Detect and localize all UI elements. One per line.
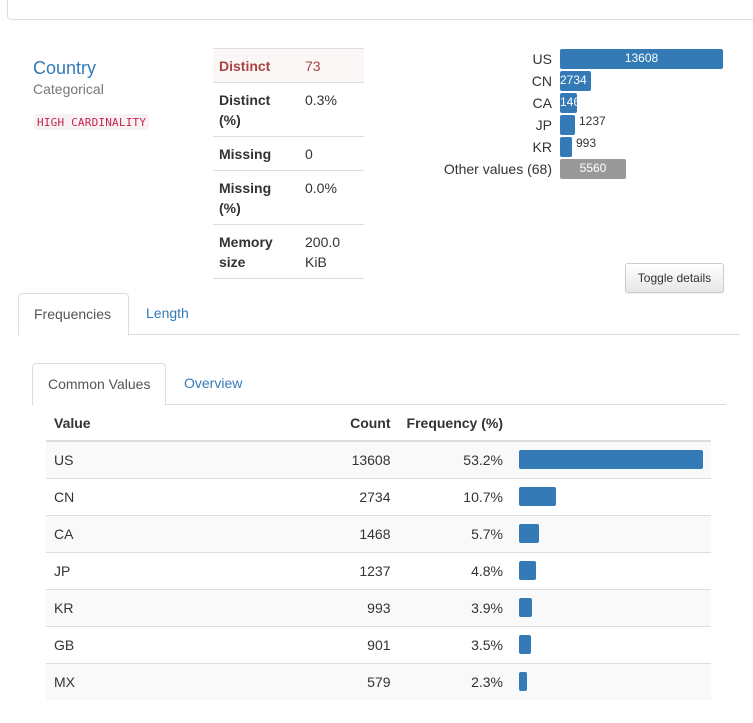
mini-chart-label: CA [532,95,552,111]
mini-chart-value: 13608 [624,51,659,65]
stat-row-distinct: Distinct 73 [213,48,364,83]
stat-value: 0 [299,136,364,171]
mini-frequency-chart: US 13608 CN 2734 CA 1468 JP 1237 KR 993 Other valu… [420,48,730,180]
column-header-frequency: Frequency (%) [398,405,511,442]
frequency-bar [519,672,527,692]
stat-value: 200.0 KiB [299,224,364,279]
mini-chart-row: KR 993 [420,136,730,158]
table-row: GB 901 3.5% [46,625,711,663]
mini-chart-row: Other values (68) 5560 [420,158,730,180]
mini-chart-row: US 13608 [420,48,730,70]
mini-chart-label: US [532,51,552,67]
frequency-bar-cell [511,551,711,589]
mini-chart-row: JP 1237 [420,114,730,136]
high-cardinality-badge: HIGH CARDINALITY [34,114,150,130]
common-values-body: US 13608 53.2% CN 2734 10.7% CA 1468 5.7% JP 1237 4… [46,440,711,700]
mini-chart-value: 1237 [579,114,606,128]
detail-tabs: Frequencies Length [18,293,740,336]
frequency-cell: 2.3% [398,662,511,700]
frequency-cell: 53.2% [398,440,511,478]
mini-chart-value: 2734 [560,73,587,87]
table-row: US 13608 53.2% [46,440,711,478]
stat-label: Missing (%) [213,170,299,225]
tab-common-values[interactable]: Common Values [32,363,166,406]
mini-chart-value: 1468 [560,95,577,109]
value-cell: CA [46,514,296,552]
count-cell: 1237 [295,551,399,589]
common-values-table: Value Count Frequency (%) US 13608 53.2% CN… [46,405,711,700]
table-row: JP 1237 4.8% [46,551,711,589]
count-cell: 13608 [295,440,399,478]
frequency-bar-cell [511,662,711,700]
stat-label: Memory size [213,224,299,279]
stat-row-memory-size: Memory size 200.0 KiB [213,224,364,279]
variable-type: Categorical [33,81,104,97]
frequency-cell: 3.5% [398,625,511,663]
column-header-bar [511,405,711,442]
count-cell: 1468 [295,514,399,552]
value-cell: US [46,440,296,478]
table-row: MX 579 2.3% [46,662,711,700]
frequency-bar [519,450,703,470]
value-cell: MX [46,662,296,700]
value-cell: JP [46,551,296,589]
count-cell: 993 [295,588,399,626]
table-row: KR 993 3.9% [46,588,711,626]
column-header-value: Value [46,405,296,442]
count-cell: 2734 [295,477,399,515]
previous-panel-frame [7,0,753,20]
stat-value: 0.0% [299,170,364,225]
frequency-bar-cell [511,514,711,552]
value-cell: CN [46,477,296,515]
frequency-cell: 10.7% [398,477,511,515]
frequency-cell: 3.9% [398,588,511,626]
frequency-bar [519,561,536,580]
count-cell: 579 [295,662,399,700]
variable-name[interactable]: Country [33,58,96,79]
frequency-bar-cell [511,625,711,663]
count-cell: 901 [295,625,399,663]
frequency-bar [519,524,539,543]
mini-chart-value: 5560 [579,161,607,175]
tab-overview[interactable]: Overview [169,363,257,405]
tab-length[interactable]: Length [131,293,204,335]
mini-chart-bar [560,115,575,135]
mini-chart-label: CN [531,73,552,89]
stat-label: Missing [213,136,299,171]
mini-chart-bar [560,137,572,157]
tab-frequencies[interactable]: Frequencies [18,293,129,336]
stat-value: 0.3% [299,82,364,137]
mini-chart-label: Other values (68) [443,161,552,177]
stat-label: Distinct (%) [213,82,299,137]
frequency-bar-cell [511,440,711,478]
frequency-bar [519,598,532,617]
mini-chart-label: KR [532,139,552,155]
frequency-bar-cell [511,588,711,626]
frequency-cell: 5.7% [398,514,511,552]
frequency-cell: 4.8% [398,551,511,589]
frequency-bar [519,487,556,506]
value-cell: KR [46,588,296,626]
stat-value: 73 [299,48,364,83]
mini-chart-row: CA 1468 [420,92,730,114]
frequency-bar [519,635,531,654]
toggle-details-button[interactable]: Toggle details [625,263,724,293]
stat-row-distinct-pct: Distinct (%) 0.3% [213,82,364,137]
variable-stats-table: Distinct 73 Distinct (%) 0.3% Missing 0 … [213,48,364,279]
frequency-bar-cell [511,477,711,515]
stat-row-missing-pct: Missing (%) 0.0% [213,170,364,225]
stat-label: Distinct [213,48,299,83]
value-cell: GB [46,625,296,663]
mini-chart-value: 993 [576,136,597,150]
mini-chart-row: CN 2734 [420,70,730,92]
table-row: CA 1468 5.7% [46,514,711,552]
stat-row-missing: Missing 0 [213,136,364,171]
table-header-row: Value Count Frequency (%) [46,405,711,442]
frequency-subtabs: Common Values Overview [32,363,726,406]
column-header-count: Count [295,405,399,442]
table-row: CN 2734 10.7% [46,477,711,515]
mini-chart-label: JP [535,117,552,133]
